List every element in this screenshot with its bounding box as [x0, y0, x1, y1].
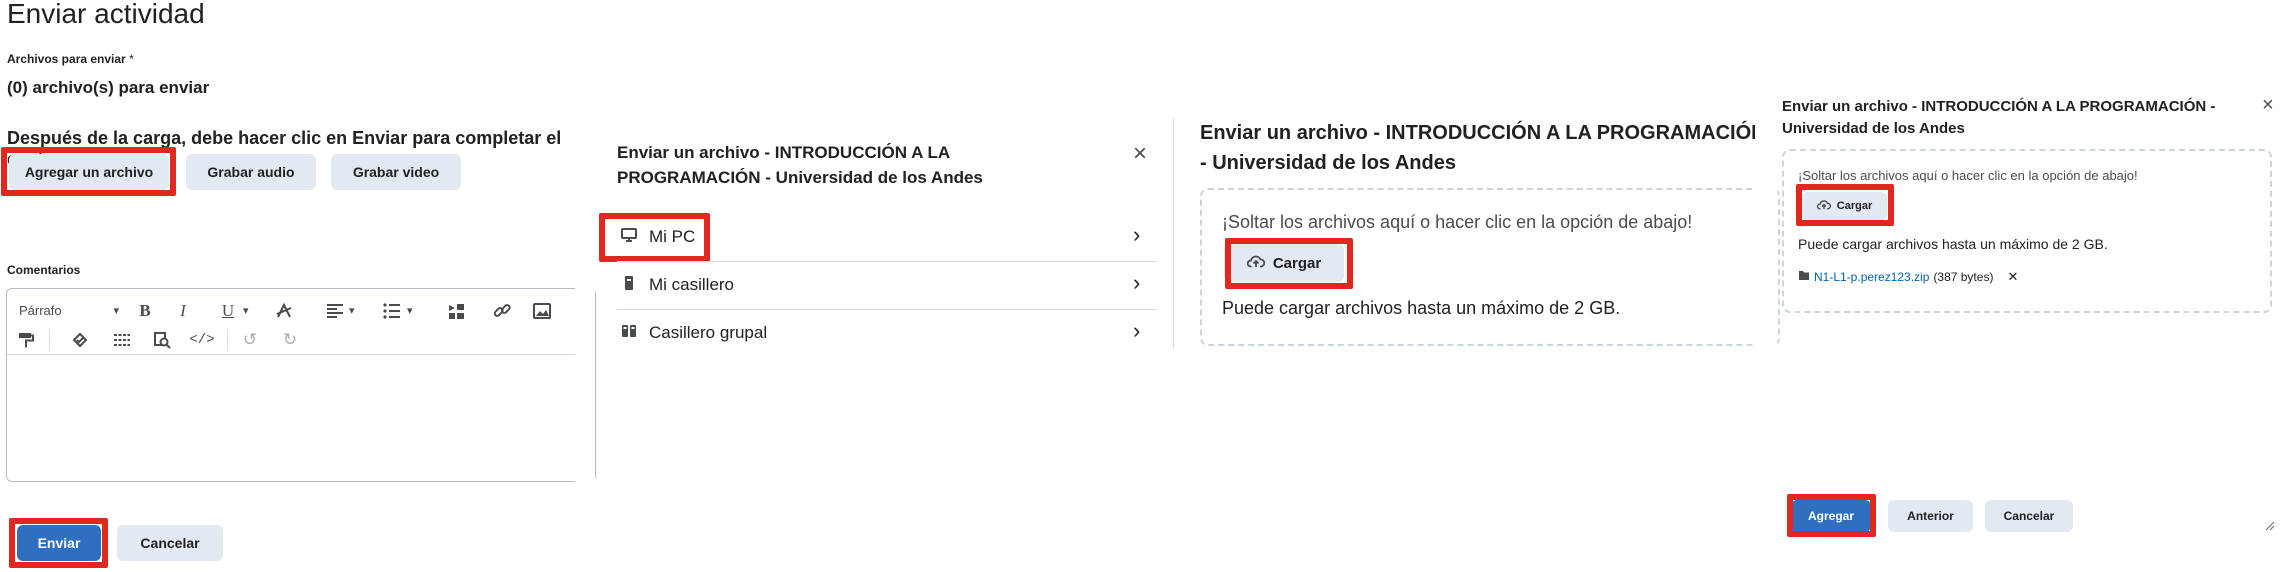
- format-select-value: Párrafo: [19, 302, 62, 318]
- file-icon: [1798, 270, 1810, 284]
- source-item-my-pc[interactable]: Mi PC: [617, 222, 1157, 252]
- format-select[interactable]: Párrafo ▾: [19, 297, 119, 323]
- source-code-icon[interactable]: </>: [189, 327, 215, 353]
- submit-activity-panel: Enviar actividad Archivos para enviar * …: [0, 0, 596, 572]
- image-icon[interactable]: [529, 298, 555, 324]
- cancel-button[interactable]: Cancelar: [1985, 500, 2073, 532]
- list-chevron-icon[interactable]: ▾: [407, 304, 413, 317]
- list-icon[interactable]: [379, 298, 405, 324]
- add-button[interactable]: Agregar: [1791, 500, 1871, 532]
- dialog-title: Enviar un archivo - INTRODUCCIÓN A LA PR…: [1200, 122, 1766, 174]
- align-chevron-icon[interactable]: ▾: [349, 304, 355, 317]
- source-item-group-locker[interactable]: Casillero grupal: [617, 318, 1157, 348]
- spellcheck-icon[interactable]: [67, 327, 93, 353]
- media-icon[interactable]: [443, 298, 469, 324]
- redo-icon[interactable]: ↻: [277, 327, 303, 353]
- chevron-right-icon: ›: [1133, 318, 1141, 343]
- upload-dialog-with-file: Enviar un archivo - INTRODUCCIÓN A LA PR…: [1775, 0, 2280, 572]
- upload-limit-text: Puede cargar archivos hasta un máximo de…: [1798, 236, 2108, 252]
- source-item-my-locker[interactable]: Mi casillero: [617, 270, 1157, 300]
- bold-icon[interactable]: B: [132, 298, 158, 324]
- add-file-button[interactable]: Agregar un archivo: [9, 154, 169, 190]
- comments-label: Comentarios: [7, 263, 81, 277]
- dialog-title: Enviar un archivo - INTRODUCCIÓN A LA PR…: [1782, 98, 2216, 137]
- underline-chevron-icon[interactable]: ▾: [243, 304, 249, 317]
- upload-dialog-empty: Enviar un archivo - INTRODUCCIÓN A LA PR…: [1180, 0, 1780, 572]
- list-divider: [617, 309, 1157, 310]
- record-video-button[interactable]: Grabar video: [331, 154, 461, 190]
- file-name-link[interactable]: N1-L1-p.perez123.zip: [1814, 270, 1929, 284]
- text-color-icon[interactable]: [271, 298, 297, 324]
- drop-zone-text: ¡Soltar los archivos aquí o hacer clic e…: [1222, 212, 1693, 232]
- computer-icon: [621, 227, 637, 247]
- source-item-label: Mi casillero: [649, 275, 735, 294]
- italic-icon[interactable]: I: [170, 298, 196, 324]
- panel-divider: [1173, 118, 1174, 348]
- required-mark: *: [129, 52, 134, 66]
- close-icon[interactable]: ×: [1133, 140, 1147, 168]
- upload-cloud-icon: [1816, 199, 1831, 213]
- files-label-text: Archivos para enviar: [7, 52, 126, 66]
- undo-icon[interactable]: ↺: [237, 327, 263, 353]
- upload-button-label: Cargar: [1272, 254, 1322, 272]
- upload-button[interactable]: Cargar: [1802, 192, 1887, 220]
- upload-source-dialog: Enviar un archivo - INTRODUCCIÓN A LA PR…: [595, 0, 1175, 572]
- toolbar-divider: [49, 329, 50, 351]
- drop-zone-text: ¡Soltar los archivos aquí o hacer clic e…: [1798, 168, 2138, 183]
- files-count: (0) archivo(s) para enviar: [7, 78, 210, 97]
- resize-handle-icon[interactable]: [2265, 518, 2275, 536]
- submit-button[interactable]: Enviar: [17, 525, 101, 561]
- align-icon[interactable]: [322, 298, 348, 324]
- upload-button-label: Cargar: [1836, 200, 1873, 212]
- underline-icon[interactable]: U: [215, 298, 241, 324]
- remove-file-icon[interactable]: ✕: [2007, 269, 2018, 285]
- files-label: Archivos para enviar *: [7, 52, 134, 66]
- toolbar-divider: [227, 329, 228, 351]
- comments-editor: Párrafo ▾ B I U ▾ ▾ ▾ </> ↺ ↻: [6, 288, 596, 482]
- chevron-down-icon: ▾: [113, 304, 119, 317]
- word-count-icon[interactable]: [109, 327, 135, 353]
- cancel-button[interactable]: Cancelar: [117, 525, 223, 561]
- upload-cloud-icon: [1246, 254, 1265, 272]
- dialog-title: Enviar un archivo - INTRODUCCIÓN A LA PR…: [617, 143, 983, 187]
- chevron-right-icon: ›: [1133, 270, 1141, 295]
- upload-limit-text: Puede cargar archivos hasta un máximo de…: [1222, 298, 1621, 318]
- comments-textarea[interactable]: [7, 355, 595, 481]
- upload-button[interactable]: Cargar: [1224, 244, 1344, 282]
- uploaded-file: N1-L1-p.perez123.zip (387 bytes) ✕: [1798, 269, 2018, 285]
- locker-icon: [621, 275, 637, 296]
- group-locker-icon: [621, 323, 637, 344]
- file-size: (387 bytes): [1933, 270, 1994, 284]
- source-item-label: Mi PC: [649, 227, 696, 246]
- panel-edge-mask: [1755, 0, 1777, 572]
- page-title: Enviar actividad: [7, 0, 205, 29]
- source-item-label: Casillero grupal: [649, 323, 768, 342]
- record-audio-button[interactable]: Grabar audio: [186, 154, 316, 190]
- close-icon[interactable]: ×: [2262, 94, 2274, 117]
- link-icon[interactable]: [489, 298, 515, 324]
- chevron-right-icon: ›: [1133, 222, 1141, 247]
- list-divider: [617, 261, 1157, 262]
- format-painter-icon[interactable]: [13, 327, 39, 353]
- previous-button[interactable]: Anterior: [1888, 500, 1973, 532]
- panel-edge-mask: [575, 0, 595, 572]
- find-replace-icon[interactable]: [149, 327, 175, 353]
